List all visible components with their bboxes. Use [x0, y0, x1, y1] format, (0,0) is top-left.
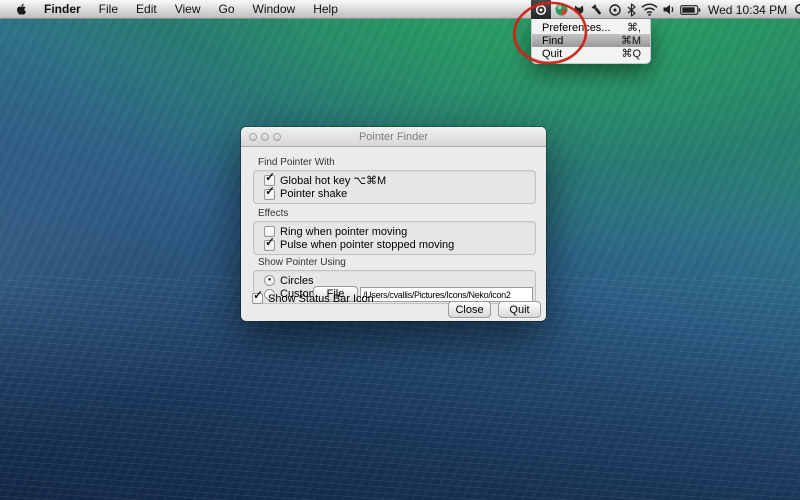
spotlight-search-icon [794, 3, 800, 17]
menu-item-find[interactable]: Find ⌘M [532, 34, 650, 47]
radio-dot: ● [265, 276, 274, 285]
pointer-finder-status-icon[interactable] [531, 0, 551, 19]
pointer-finder-window: Pointer Finder Find Pointer With ✓ Globa… [241, 127, 546, 321]
traffic-lights [249, 133, 281, 141]
menu-item-label: Find [542, 35, 563, 47]
status-dropdown-menu: Preferences... ⌘, Find ⌘M Quit ⌘Q [531, 19, 651, 64]
circles-radio[interactable]: ● [264, 275, 275, 286]
battery-status-icon[interactable] [680, 0, 701, 19]
menu-item-shortcut: ⌘Q [621, 47, 641, 60]
show-status-bar-icon-checkbox[interactable]: ✓ [252, 293, 263, 304]
checkbox-row-show-status-bar-icon[interactable]: ✓ Show Status Bar Icon [252, 292, 374, 306]
check-mark: ✓ [265, 185, 275, 197]
check-mark: ✓ [265, 236, 275, 248]
color-ball-status-icon[interactable] [555, 0, 568, 19]
quit-button[interactable]: Quit [498, 301, 541, 318]
menu-go[interactable]: Go [210, 0, 244, 18]
spotlight-status-icon[interactable] [794, 0, 800, 19]
checkbox-row-ring-when-moving[interactable]: Ring when pointer moving [254, 225, 535, 239]
wifi-status-icon[interactable] [641, 0, 658, 19]
group-effects: Ring when pointer moving ✓ Pulse when po… [253, 221, 536, 255]
bluetooth-status-icon[interactable] [626, 0, 637, 19]
menu-bar: Finder File Edit View Go Window Help [0, 0, 800, 19]
volume-status-icon[interactable] [662, 0, 676, 19]
window-title: Pointer Finder [359, 131, 428, 143]
section-label-show-pointer-using: Show Pointer Using [258, 257, 346, 268]
radio-row-circles[interactable]: ● Circles [254, 274, 535, 288]
target-icon [535, 4, 547, 16]
custom-icon-path-field[interactable] [360, 287, 533, 302]
menu-window[interactable]: Window [244, 0, 305, 18]
menu-item-label: Preferences... [542, 22, 610, 34]
menu-item-shortcut: ⌘M [621, 34, 641, 47]
volume-icon [662, 3, 676, 16]
check-mark: ✓ [253, 289, 263, 301]
cat-status-icon[interactable] [572, 0, 586, 19]
window-title-bar: Pointer Finder [241, 127, 546, 147]
checkbox-row-pulse-when-stopped[interactable]: ✓ Pulse when pointer stopped moving [254, 239, 535, 253]
menu-edit[interactable]: Edit [127, 0, 166, 18]
checkbox-row-pointer-shake[interactable]: ✓ Pointer shake [254, 188, 535, 202]
menu-view[interactable]: View [166, 0, 210, 18]
checkbox-label: Pointer shake [280, 188, 347, 200]
flashlight-status-icon[interactable] [590, 0, 604, 19]
checkbox-row-global-hot-key[interactable]: ✓ Global hot key ⌥⌘M [254, 174, 535, 188]
close-button[interactable]: Close [448, 301, 491, 318]
cat-head-icon [572, 3, 586, 17]
target-dot-icon [608, 3, 622, 17]
checkbox-label: Pulse when pointer stopped moving [280, 239, 454, 251]
section-label-effects: Effects [258, 208, 288, 219]
flashlight-icon [590, 3, 604, 17]
close-window-button[interactable] [249, 133, 257, 141]
wifi-icon [641, 3, 658, 16]
pointer-shake-checkbox[interactable]: ✓ [264, 189, 275, 200]
checkbox-label: Global hot key ⌥⌘M [280, 174, 386, 187]
menu-item-label: Quit [542, 48, 562, 60]
battery-icon [680, 4, 701, 16]
radio-label: Circles [280, 275, 314, 287]
group-find-pointer-with: ✓ Global hot key ⌥⌘M ✓ Pointer shake [253, 170, 536, 204]
check-mark: ✓ [265, 171, 275, 183]
menu-item-shortcut: ⌘, [627, 21, 641, 34]
status-icon-cluster: Wed 10:34 PM [531, 0, 800, 19]
menu-file[interactable]: File [90, 0, 127, 18]
target-status-icon[interactable] [608, 0, 622, 19]
menu-item-quit[interactable]: Quit ⌘Q [532, 47, 650, 60]
pulse-when-stopped-checkbox[interactable]: ✓ [264, 240, 275, 251]
checkbox-label: Show Status Bar Icon [268, 293, 374, 305]
color-ball-icon [555, 3, 568, 16]
menu-help[interactable]: Help [304, 0, 347, 18]
bluetooth-icon [626, 3, 637, 17]
zoom-window-button[interactable] [273, 133, 281, 141]
menu-finder[interactable]: Finder [35, 0, 90, 18]
desktop: Finder File Edit View Go Window Help [0, 0, 800, 500]
section-label-find-pointer-with: Find Pointer With [258, 157, 335, 168]
minimize-window-button[interactable] [261, 133, 269, 141]
menu-bar-left: Finder File Edit View Go Window Help [0, 0, 347, 18]
menu-bar-clock[interactable]: Wed 10:34 PM [705, 3, 790, 17]
checkbox-label: Ring when pointer moving [280, 226, 407, 238]
apple-logo-icon [15, 2, 28, 16]
menu-item-preferences[interactable]: Preferences... ⌘, [532, 21, 650, 34]
apple-menu[interactable] [8, 0, 35, 18]
